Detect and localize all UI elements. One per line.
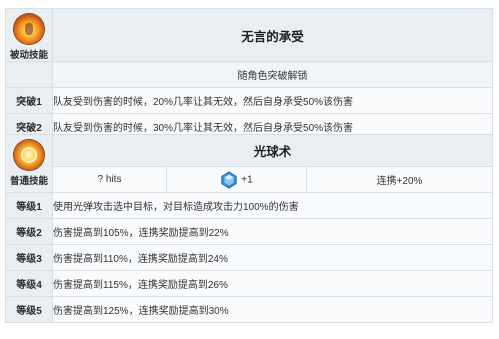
table-row: 等级2 伤害提高到105%，连携奖励提高到22% xyxy=(5,218,493,245)
level-label: 等级2 xyxy=(5,218,53,245)
breakthrough-description: 队友受到伤害的时候，20%几率让其无效，然后自身承受50%该伤害 xyxy=(52,87,493,114)
light-orb-icon xyxy=(14,140,44,170)
level-description: 伤害提高到105%，连携奖励提高到22% xyxy=(52,218,493,245)
level-description: 伤害提高到115%，连携奖励提高到26% xyxy=(52,270,493,297)
level-label: 等级5 xyxy=(5,296,53,323)
table-row: 等级4 伤害提高到115%，连携奖励提高到26% xyxy=(5,270,493,297)
skill-type-label: 普通技能 xyxy=(9,176,48,187)
level-label: 等级1 xyxy=(5,192,53,219)
table-row: 突破1 队友受到伤害的时候，20%几率让其无效，然后自身承受50%该伤害 xyxy=(5,87,493,114)
normal-skill-icon-cell: 普通技能 xyxy=(5,134,53,193)
level-description: 伤害提高到125%，连携奖励提高到30% xyxy=(52,296,493,323)
skill-name: 光球术 xyxy=(52,134,493,167)
table-row: 等级5 伤害提高到125%，连携奖励提高到30% xyxy=(5,296,493,323)
skill-type-label: 被动技能 xyxy=(9,50,48,61)
level-label: 等级3 xyxy=(5,244,53,271)
combo-bonus: 连携+20% xyxy=(306,166,493,193)
normal-skill-table: 普通技能 光球术 ? hits +1 连携+20% 等级1 使用光弹攻击选中目标… xyxy=(5,134,493,323)
level-description: 使用光弹攻击选中目标，对目标造成攻击力100%的伤害 xyxy=(52,192,493,219)
breakthrough-label: 突破1 xyxy=(5,87,53,114)
gem-value: +1 xyxy=(241,174,253,186)
skill-name: 无言的承受 xyxy=(52,8,493,62)
level-description: 伤害提高到110%，连携奖励提高到24% xyxy=(52,244,493,271)
table-row: 等级3 伤害提高到110%，连携奖励提高到24% xyxy=(5,244,493,271)
flame-orb-icon xyxy=(14,14,44,44)
table-row: 等级1 使用光弹攻击选中目标，对目标造成攻击力100%的伤害 xyxy=(5,192,493,219)
passive-skill-table: 被动技能 无言的承受 随角色突破解锁 突破1 队友受到伤害的时候，20%几率让其… xyxy=(5,8,493,140)
gem-cost-cell: +1 xyxy=(166,166,307,193)
blue-gem-icon xyxy=(221,170,237,189)
empty-label-cell xyxy=(5,61,53,88)
passive-skill-icon-cell: 被动技能 xyxy=(5,8,53,62)
unlock-condition: 随角色突破解锁 xyxy=(52,61,493,88)
level-label: 等级4 xyxy=(5,270,53,297)
hit-count: ? hits xyxy=(52,166,167,193)
